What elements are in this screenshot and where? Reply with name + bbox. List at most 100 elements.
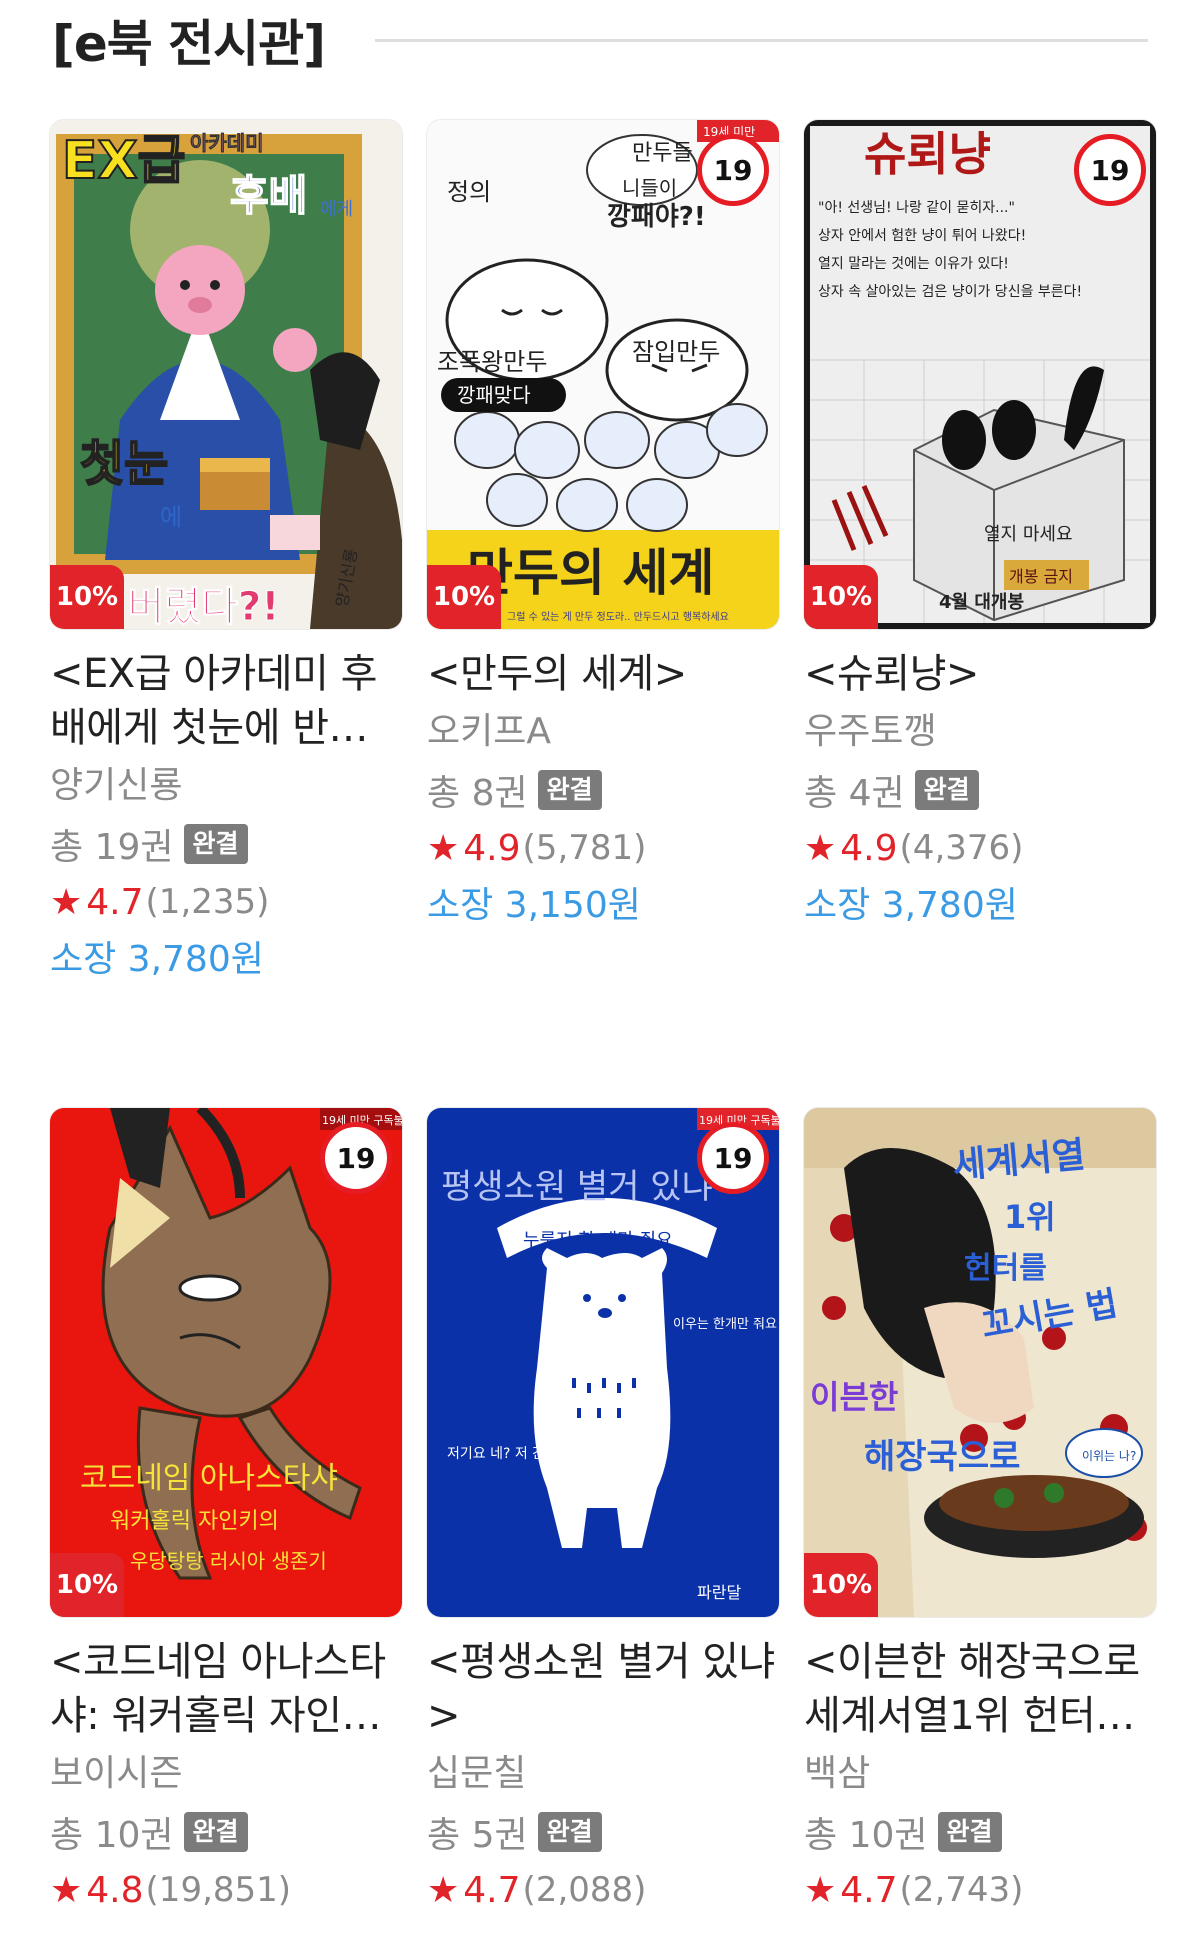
star-icon: ★ — [50, 1869, 83, 1911]
age-19-badge: 19 — [697, 134, 769, 206]
svg-text:후배: 후배 — [230, 171, 307, 220]
section-title: [e북 전시관] — [52, 15, 326, 73]
book-card-5[interactable]: 19세 미만 구독불가 평생소원 별거 있냐 누룽지 한 개만 줘요 이우는 한… — [427, 1108, 779, 1917]
svg-text:슈뢰냥: 슈뢰냥 — [864, 127, 991, 181]
volume-count: 총 10권 — [50, 1815, 174, 1856]
rating-row: ★ 4.9 (4,376) — [804, 821, 1156, 875]
completed-badge: 완결 — [183, 1812, 248, 1852]
book-card-1[interactable]: EX급 아카데미 후배 에게 첫눈 에 반해버렸다?! 양기신룡 10% <EX… — [50, 120, 402, 987]
rating-score: 4.7 — [86, 881, 144, 923]
svg-text:상자 안에서 험한 냥이 튀어 나왔다!: 상자 안에서 험한 냥이 튀어 나왔다! — [818, 228, 1026, 244]
rating-score: 4.9 — [840, 827, 898, 869]
star-icon: ★ — [427, 1869, 460, 1911]
rating-score: 4.8 — [86, 1869, 144, 1911]
book-author[interactable]: 백삼 — [804, 1747, 1156, 1801]
rating-row: ★ 4.7 (1,235) — [50, 875, 402, 929]
book-author[interactable]: 십문칠 — [427, 1747, 779, 1801]
purchase-price[interactable]: 소장 3,780원 — [50, 933, 402, 987]
rating-row: ★ 4.7 (2,088) — [427, 1863, 779, 1917]
svg-text:"아! 선생님! 나랑 같이 묻히자...": "아! 선생님! 나랑 같이 묻히자..." — [818, 200, 1015, 216]
book-cover-2[interactable]: 정의 만두들 니들이 깡패야?! 조폭왕만두 잠입만두 깡패맞다 만두의 세계 … — [427, 120, 779, 629]
volume-row: 총 19권 완결 — [50, 817, 402, 871]
svg-text:4월 대개봉: 4월 대개봉 — [939, 592, 1024, 613]
book-title[interactable]: <만두의 세계> — [427, 647, 779, 701]
book-card-6[interactable]: 세계서열 1위 헌터를 꼬시는 법 이븐한 해장국으로 이위는 나? 10% <… — [804, 1108, 1156, 1917]
cover-title-ex: EX급 — [62, 131, 185, 191]
svg-text:정의: 정의 — [447, 178, 491, 206]
svg-text:해장국으로: 해장국으로 — [864, 1437, 1020, 1477]
review-count: (2,088) — [522, 1870, 647, 1910]
volume-count: 총 5권 — [427, 1815, 528, 1856]
book-cover-4[interactable]: 19세 미만 구독불가 코드네임 아나스타샤 워커홀릭 자인키의 우당탕탕 러시… — [50, 1108, 402, 1617]
age-19-badge: 19 — [1074, 134, 1146, 206]
book-title[interactable]: <이븐한 해장국으로 세계서열1위 헌터를 꼬시는 법> — [804, 1635, 1156, 1743]
rating-row: ★ 4.7 (2,743) — [804, 1863, 1156, 1917]
svg-text:첫눈: 첫눈 — [80, 436, 168, 492]
rating-score: 4.7 — [840, 1869, 898, 1911]
svg-text:만두의 세계: 만두의 세계 — [467, 544, 714, 602]
star-icon: ★ — [804, 1869, 837, 1911]
discount-badge: 10% — [50, 565, 124, 629]
book-author[interactable]: 보이시즌 — [50, 1747, 402, 1801]
svg-text:이위는 나?: 이위는 나? — [1082, 1449, 1136, 1463]
svg-text:에: 에 — [160, 503, 182, 531]
svg-text:파란달: 파란달 — [697, 1583, 741, 1602]
svg-text:깡패맞다: 깡패맞다 — [457, 383, 531, 407]
svg-text:아카데미: 아카데미 — [190, 131, 264, 155]
volume-row: 총 4권 완결 — [804, 763, 1156, 817]
svg-text:깡패야?!: 깡패야?! — [607, 202, 706, 232]
purchase-price[interactable]: 소장 3,780원 — [804, 879, 1156, 933]
book-title[interactable]: <슈뢰냥> — [804, 647, 1156, 701]
svg-text:워커홀릭 자인키의: 워커홀릭 자인키의 — [110, 1509, 279, 1534]
rating-score: 4.7 — [463, 1869, 521, 1911]
svg-text:그럴 수 있는 게 만두 정도라.. 만두드시고 행복하세요: 그럴 수 있는 게 만두 정도라.. 만두드시고 행복하세요 — [507, 610, 729, 623]
completed-badge: 완결 — [537, 770, 602, 810]
volume-row: 총 10권 완결 — [804, 1805, 1156, 1859]
volume-count: 총 8권 — [427, 773, 528, 814]
book-cover-6[interactable]: 세계서열 1위 헌터를 꼬시는 법 이븐한 해장국으로 이위는 나? 10% — [804, 1108, 1156, 1617]
review-count: (19,851) — [145, 1870, 292, 1910]
svg-text:잠입만두: 잠입만두 — [632, 338, 720, 366]
svg-text:평생소원 별거 있냐: 평생소원 별거 있냐 — [441, 1167, 713, 1207]
star-icon: ★ — [427, 827, 460, 869]
book-cover-3[interactable]: 슈뢰냥 "아! 선생님! 나랑 같이 묻히자..." 상자 안에서 험한 냥이 … — [804, 120, 1156, 629]
section-header: [e북 전시관] — [52, 4, 1148, 76]
book-cover-1[interactable]: EX급 아카데미 후배 에게 첫눈 에 반해버렸다?! 양기신룡 10% — [50, 120, 402, 629]
discount-badge: 10% — [50, 1553, 124, 1617]
book-author[interactable]: 양기신룡 — [50, 759, 402, 813]
svg-text:에게: 에게 — [320, 199, 353, 220]
purchase-price[interactable]: 소장 3,150원 — [427, 879, 779, 933]
review-count: (5,781) — [522, 828, 647, 868]
volume-row: 총 8권 완결 — [427, 763, 779, 817]
book-title[interactable]: <EX급 아카데미 후배에게 첫눈에 반해버렸다?!> — [50, 647, 402, 755]
svg-text:개봉 금지: 개봉 금지 — [1009, 567, 1073, 586]
svg-text:만두들: 만두들 — [632, 141, 693, 166]
svg-text:열지 말라는 것에는 이유가 있다!: 열지 말라는 것에는 이유가 있다! — [818, 256, 1009, 272]
rating-row: ★ 4.9 (5,781) — [427, 821, 779, 875]
rating-score: 4.9 — [463, 827, 521, 869]
star-icon: ★ — [50, 881, 83, 923]
svg-text:니들이: 니들이 — [622, 176, 677, 200]
completed-badge: 완결 — [914, 770, 979, 810]
book-card-4[interactable]: 19세 미만 구독불가 코드네임 아나스타샤 워커홀릭 자인키의 우당탕탕 러시… — [50, 1108, 402, 1917]
svg-text:조폭왕만두: 조폭왕만두 — [437, 348, 547, 376]
discount-badge: 10% — [804, 565, 878, 629]
age-19-badge: 19 — [697, 1122, 769, 1194]
book-card-3[interactable]: 슈뢰냥 "아! 선생님! 나랑 같이 묻히자..." 상자 안에서 험한 냥이 … — [804, 120, 1156, 933]
age-19-badge: 19 — [320, 1122, 392, 1194]
book-cover-5[interactable]: 19세 미만 구독불가 평생소원 별거 있냐 누룽지 한 개만 줘요 이우는 한… — [427, 1108, 779, 1617]
svg-text:코드네임 아나스타샤: 코드네임 아나스타샤 — [80, 1461, 338, 1496]
volume-count: 총 4권 — [804, 773, 905, 814]
book-title[interactable]: <코드네임 아나스타샤: 워커홀릭 자인키의 우당탕탕 러시아 생존기> — [50, 1635, 402, 1743]
cover-art-haejangguk: 세계서열 1위 헌터를 꼬시는 법 이븐한 해장국으로 이위는 나? — [804, 1108, 1156, 1617]
svg-text:이븐한: 이븐한 — [810, 1378, 898, 1416]
discount-badge: 10% — [804, 1553, 878, 1617]
book-card-2[interactable]: 정의 만두들 니들이 깡패야?! 조폭왕만두 잠입만두 깡패맞다 만두의 세계 … — [427, 120, 779, 933]
rating-row: ★ 4.8 (19,851) — [50, 1863, 402, 1917]
volume-row: 총 5권 완결 — [427, 1805, 779, 1859]
book-author[interactable]: 오키프A — [427, 705, 779, 759]
book-author[interactable]: 우주토깽 — [804, 705, 1156, 759]
svg-text:누룽지 한 개만 줘요: 누룽지 한 개만 줘요 — [523, 1230, 673, 1251]
book-title[interactable]: <평생소원 별거 있냐> — [427, 1635, 779, 1743]
review-count: (1,235) — [145, 882, 270, 922]
